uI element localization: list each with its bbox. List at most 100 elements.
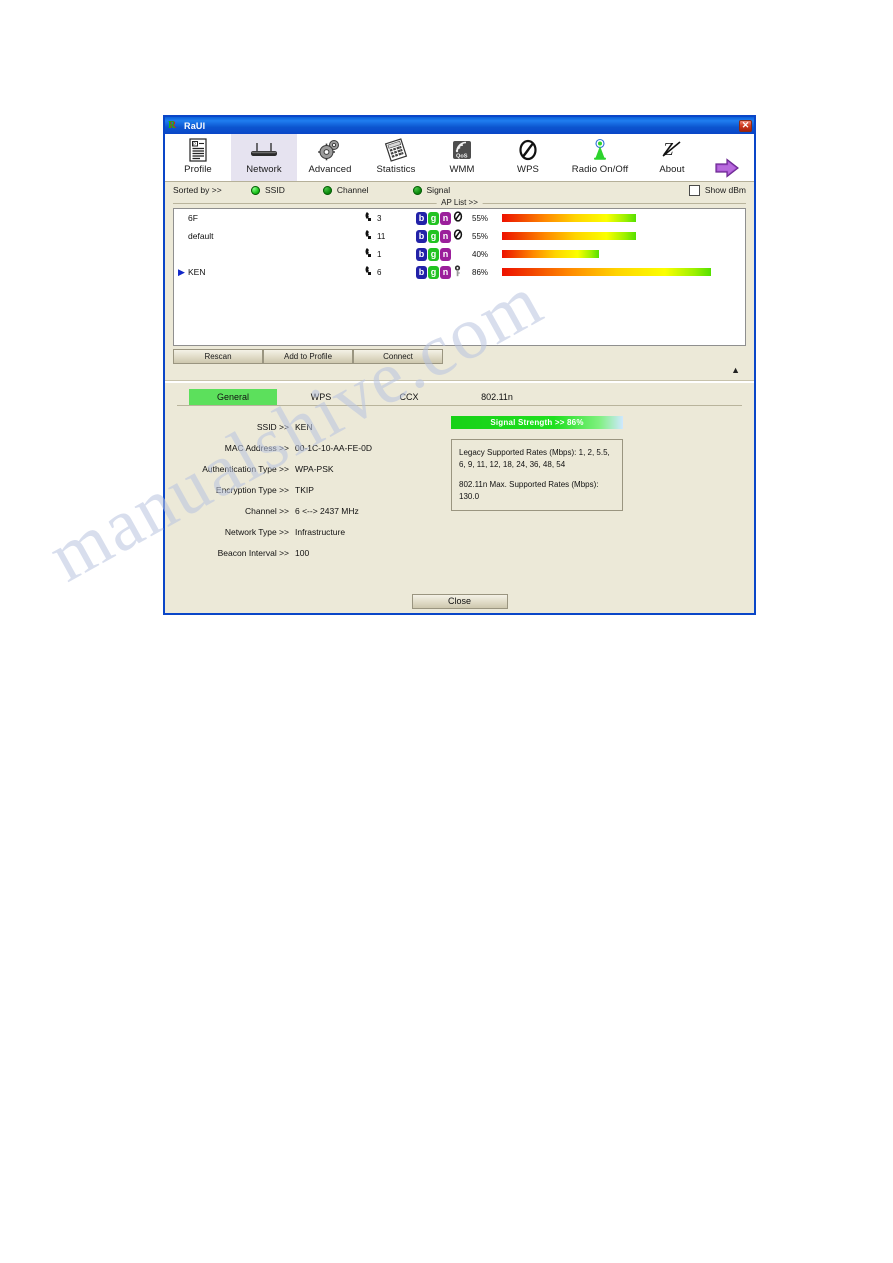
detail-tabs-filler [541,389,707,405]
detail-panel: General WPS CCX 802.11n SSID >> KEN MAC … [165,389,754,563]
badge-b: b [416,229,427,243]
field-network-type-value: Infrastructure [295,526,346,537]
row-channel-number: 3 [377,213,382,223]
tab-general[interactable]: General [189,389,277,405]
close-window-icon[interactable]: ✕ [739,119,752,132]
ap-list[interactable]: ▶ 6F 3 b g n 55% ▶ defau [173,208,746,346]
show-dbm-checkbox[interactable] [688,184,700,196]
row-badges: b g n [416,229,472,243]
field-channel-label: Channel >> [245,505,289,516]
close-button[interactable]: Close [411,593,508,609]
tab-wps[interactable]: WPS [277,389,365,405]
toolbar-item-wmm[interactable]: QoS WMM [429,134,495,181]
row-selection-marker: ▶ [178,214,188,223]
sort-option-channel[interactable]: Channel [322,185,369,195]
table-row[interactable]: ▶ 1 b g n 40% [174,245,745,263]
general-fields: SSID >> KEN MAC Address >> 00-1C-10-AA-F… [177,416,445,563]
toolbar-item-radio-onoff[interactable]: Radio On/Off [561,134,639,181]
raui-window: R RaUI ✕ P Profile Network Advanced Stat… [163,115,756,615]
qos-icon: QoS [449,137,475,163]
title-bar: R RaUI ✕ [165,117,754,134]
badge-g: g [428,247,439,261]
badge-b: b [416,247,427,261]
ap-list-caption-row: AP List >> [165,198,754,208]
detail-tabs: General WPS CCX 802.11n [177,389,742,406]
about-icon: Z [660,137,684,163]
field-ssid-value: KEN [295,421,313,432]
tab-ccx[interactable]: CCX [365,389,453,405]
badge-n: n [440,247,451,261]
row-signal-bar-wrap [502,232,745,240]
toolbar-item-statistics[interactable]: Statistics [363,134,429,181]
row-signal-bar [502,268,711,276]
field-authentication-type: Authentication Type >> WPA-PSK [177,458,445,479]
radio-channel-icon[interactable] [322,185,332,195]
row-channel: 11 [364,229,416,243]
field-encryption-type-label: Encryption Type >> [215,484,289,495]
toolbar-label-profile: Profile [184,164,212,175]
radio-signal-icon[interactable] [412,185,422,195]
rates-gap [459,471,615,479]
row-signal-bar-wrap [502,214,745,222]
field-mac-address-label: MAC Address >> [224,442,289,453]
badge-n: n [440,265,451,279]
toolbar-label-advanced: Advanced [308,164,352,175]
signal-strength-bar: Signal Strength >> 86% [451,416,623,429]
toolbar-next-button[interactable] [705,134,754,181]
field-mac-address-value: 00-1C-10-AA-FE-0D [295,442,372,453]
channel-icon [364,247,375,261]
collapse-panel-icon[interactable]: ▲ [731,366,740,375]
n-rates-line1: 802.11n Max. Supported Rates (Mbps): [459,480,599,489]
table-row[interactable]: ▶ KEN 6 b g n 86% [174,263,745,281]
row-channel-number: 11 [377,231,386,241]
badge-g: g [428,229,439,243]
row-signal-bar-wrap [502,250,745,258]
show-dbm-option[interactable]: Show dBm [688,184,746,196]
radio-ssid-icon[interactable] [251,185,260,195]
row-selection-marker: ▶ [178,250,188,259]
supported-rates-box: Legacy Supported Rates (Mbps): 1, 2, 5.5… [451,439,623,511]
rescan-button[interactable]: Rescan [173,349,263,364]
toolbar-label-statistics: Statistics [376,164,416,175]
field-beacon-interval-label: Beacon Interval >> [217,547,289,558]
toolbar-item-network[interactable]: Network [231,134,297,181]
table-row[interactable]: ▶ 6F 3 b g n 55% [174,209,745,227]
sort-option-ssid-label: SSID [265,185,285,195]
toolbar-label-network: Network [246,164,282,175]
row-signal-pct: 40% [472,249,489,259]
row-selection-marker: ▶ [178,232,188,241]
field-mac-address: MAC Address >> 00-1C-10-AA-FE-0D [177,437,445,458]
badge-n: n [440,211,451,225]
antenna-icon [589,137,611,163]
table-row[interactable]: ▶ default 11 b g n 55% [174,227,745,245]
row-signal-bar [502,214,636,222]
badge-n: n [440,229,451,243]
badge-b: b [416,211,427,225]
app-logo-icon: R [168,120,176,131]
toolbar-item-advanced[interactable]: Advanced [297,134,363,181]
sort-option-ssid[interactable]: SSID [251,185,285,195]
row-channel: 3 [364,211,416,225]
badge-g: g [428,211,439,225]
row-signal-bar [502,250,600,258]
field-channel: Channel >> 6 <--> 2437 MHz [177,500,445,521]
wps-icon [516,137,540,163]
row-badges: b g n [416,247,472,261]
row-ssid: 6F [188,213,198,223]
row-signal-pct: 86% [472,267,489,277]
window-title: RaUI [184,120,206,131]
panel-divider [165,380,754,383]
toolbar-item-wps[interactable]: WPS [495,134,561,181]
add-to-profile-button[interactable]: Add to Profile [263,349,353,364]
svg-text:P: P [193,142,196,147]
row-signal-pct: 55% [472,231,489,241]
toolbar-item-profile[interactable]: P Profile [165,134,231,181]
connect-button[interactable]: Connect [353,349,443,364]
badge-g: g [428,265,439,279]
collapse-row: ▲ [165,364,754,378]
toolbar-item-about[interactable]: Z About [639,134,705,181]
row-channel-number: 6 [377,267,382,277]
sort-option-signal[interactable]: Signal [412,185,450,195]
sort-option-channel-label: Channel [336,185,369,195]
tab-80211n[interactable]: 802.11n [453,389,541,405]
